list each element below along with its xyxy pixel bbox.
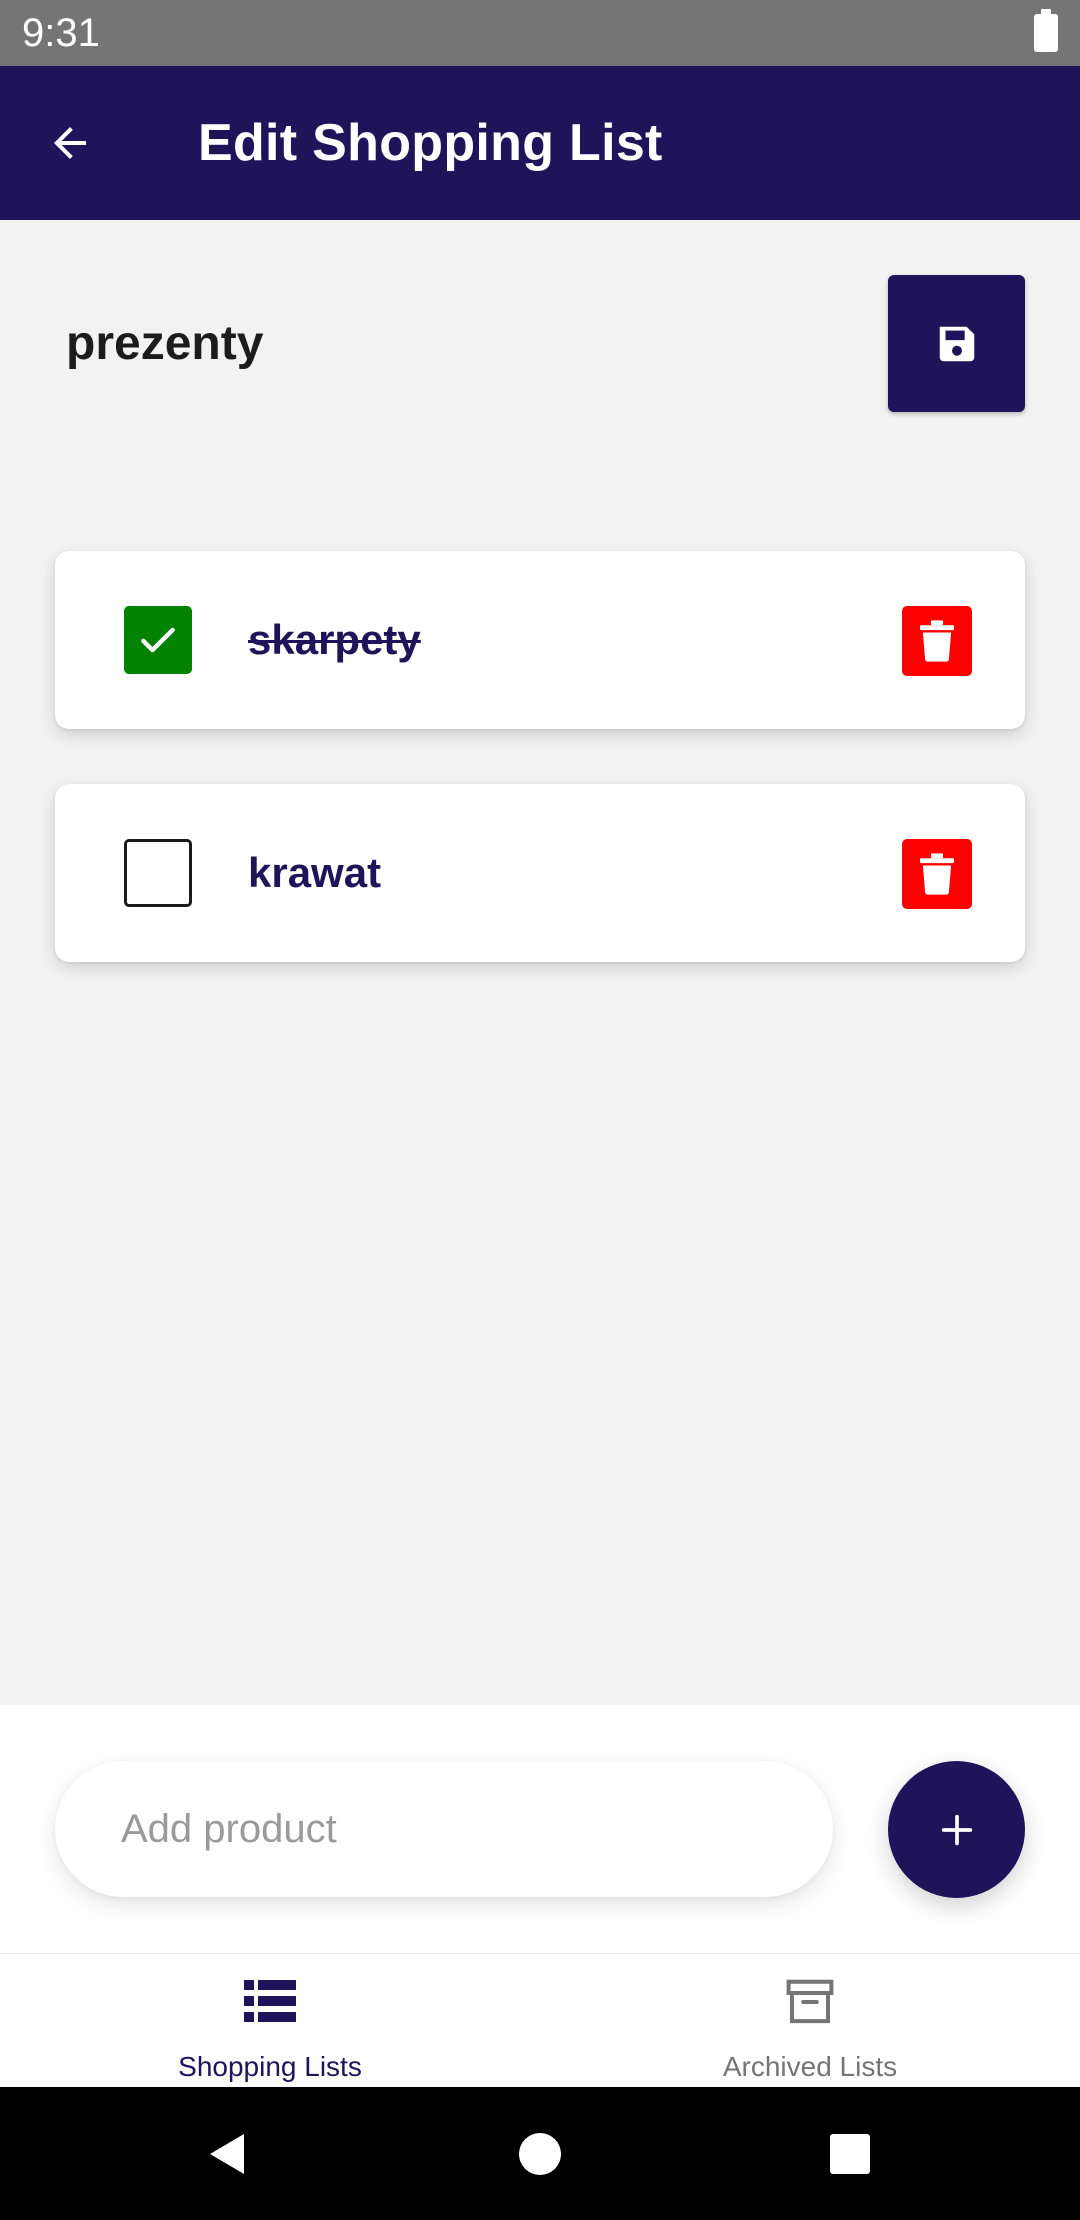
circle-home-icon [519,2132,561,2175]
item-checkbox[interactable] [124,606,192,674]
system-recents-button[interactable] [790,2087,910,2220]
trash-icon [920,620,954,662]
add-product-button[interactable] [888,1761,1025,1898]
add-product-bar [0,1705,1080,1953]
system-home-button[interactable] [480,2087,600,2220]
plus-icon [941,1814,972,1845]
arrow-left-icon [54,127,86,159]
trash-icon [920,853,954,895]
status-time: 9:31 [22,11,100,55]
system-back-button[interactable] [166,2087,286,2220]
page-title: Edit Shopping List [198,114,663,172]
nav-label: Archived Lists [722,2051,898,2082]
nav-archived-lists[interactable]: Archived Lists [540,1954,1080,2088]
floppy-disk-icon [939,326,974,361]
archive-icon [782,1974,838,2030]
delete-item-button[interactable] [902,839,972,909]
list-item: skarpety [55,551,1025,729]
system-nav-bar [0,2087,1080,2220]
item-label: skarpety [248,616,421,663]
nav-label: Shopping Lists [178,2051,362,2082]
square-recents-icon [830,2133,870,2174]
back-button[interactable] [30,103,110,183]
delete-item-button[interactable] [902,606,972,676]
bottom-nav: Shopping Lists Archived Lists [0,1953,1080,2087]
item-checkbox[interactable] [124,839,192,907]
triangle-back-icon [210,2133,244,2174]
add-product-input[interactable] [55,1761,833,1897]
app-bar: Edit Shopping List [0,66,1080,220]
save-button[interactable] [888,275,1025,412]
battery-icon [1034,9,1058,52]
nav-shopping-lists[interactable]: Shopping Lists [0,1954,540,2088]
checkmark-icon [141,627,175,653]
item-label: krawat [248,849,382,896]
list-icon [242,1974,298,2030]
status-bar: 9:31 [0,0,1080,66]
list-item: krawat [55,784,1025,962]
list-name: prezenty [66,317,264,370]
